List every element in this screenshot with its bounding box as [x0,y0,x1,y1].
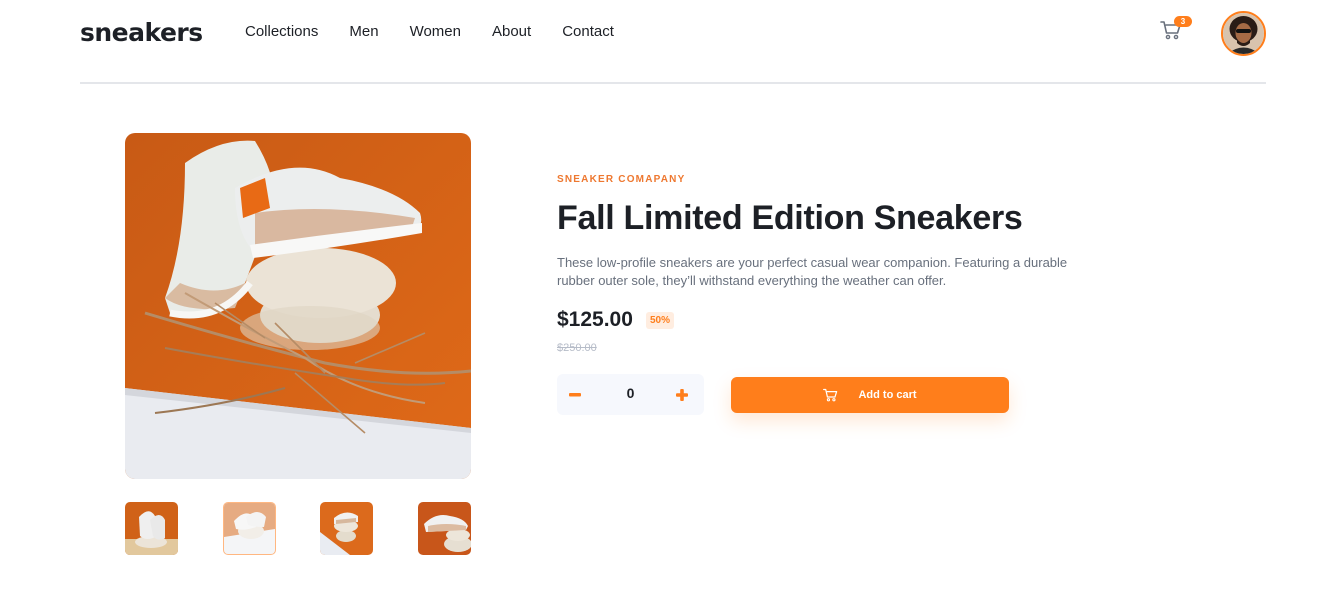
cart-icon [823,388,838,402]
logo[interactable]: sneakers [80,18,203,47]
current-price: $125.00 [557,308,633,331]
add-to-cart-button[interactable]: Add to cart [731,377,1009,413]
site-header: sneakers Collections Men Women About Con… [80,0,1266,84]
nav-link-women[interactable]: Women [410,23,461,41]
product-description: These low-profile sneakers are your perf… [557,255,1068,288]
nav-link-about[interactable]: About [492,23,531,41]
discount-badge: 50% [646,312,675,329]
company-name: SNEAKER COMAPANY [557,174,686,185]
nav-link-contact[interactable]: Contact [562,23,614,41]
product-title: Fall Limited Edition Sneakers [557,199,1023,237]
cart-button[interactable]: 3 [1160,16,1192,42]
nav-link-men[interactable]: Men [349,23,378,41]
product-main-image[interactable] [125,133,471,479]
increase-quantity-button[interactable] [664,374,700,415]
thumbnail-3[interactable] [320,502,373,555]
plus-icon [676,388,688,401]
thumbnail-2[interactable] [223,502,276,555]
main-nav: Collections Men Women About Contact [245,23,645,41]
thumbnail-1[interactable] [125,502,178,555]
avatar-photo [1223,13,1264,54]
minus-icon [569,392,581,396]
thumbnail-4[interactable] [418,502,471,555]
add-to-cart-label: Add to cart [858,389,917,401]
quantity-stepper: 0 [557,374,704,415]
original-price: $250.00 [557,342,597,354]
avatar[interactable] [1221,11,1266,56]
nav-link-collections[interactable]: Collections [245,23,318,41]
cart-count-badge: 3 [1174,16,1192,27]
decrease-quantity-button[interactable] [557,374,593,415]
quantity-value: 0 [626,385,635,401]
